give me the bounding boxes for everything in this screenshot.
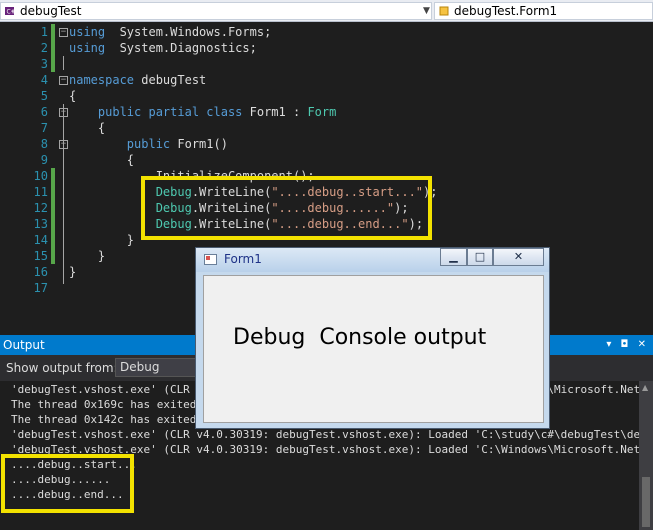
line-number: 9 — [40, 153, 48, 167]
line-number: 7 — [40, 121, 48, 135]
code-line[interactable]: 7 { — [0, 120, 653, 136]
code-text: } — [69, 264, 76, 280]
code-text: { — [69, 88, 76, 104]
code-token: debugTest — [134, 73, 207, 87]
class-icon — [439, 6, 449, 16]
code-text: } — [69, 248, 105, 264]
scrollbar-thumb[interactable] — [642, 477, 650, 527]
navigation-bar: C# debugTest ▼ debugTest.Form1 — [0, 0, 653, 22]
change-marker — [51, 200, 55, 216]
code-token: { — [69, 89, 77, 103]
minimize-button[interactable]: ▁ — [440, 248, 467, 266]
code-line[interactable]: 5{ — [0, 88, 653, 104]
change-marker — [51, 24, 55, 40]
form1-title-bar[interactable]: Form1 ▁ □ ✕ — [196, 248, 549, 272]
code-line[interactable]: 1 − using System.Windows.Forms; — [0, 24, 653, 40]
code-token: { — [69, 153, 135, 167]
line-number: 1 — [40, 25, 48, 39]
code-token: using — [69, 25, 106, 39]
change-marker — [51, 168, 55, 184]
line-number: 8 — [40, 137, 48, 151]
form1-window-controls: ▁ □ ✕ — [440, 248, 544, 266]
form1-client-area: Debug Console output — [203, 275, 544, 423]
class-dropdown-label: debugTest.Form1 — [454, 4, 558, 18]
code-token: System.Diagnostics; — [105, 41, 257, 55]
csharp-project-icon: C# — [5, 7, 16, 16]
line-number: 17 — [33, 281, 48, 295]
line-number: 16 — [33, 265, 48, 279]
code-highlight-box — [141, 176, 432, 240]
maximize-button[interactable]: □ — [467, 248, 493, 266]
collapse-icon[interactable]: − — [59, 28, 68, 37]
code-text: } — [69, 232, 134, 248]
collapse-icon[interactable]: − — [59, 108, 68, 117]
line-number: 4 — [40, 73, 48, 87]
project-dropdown[interactable]: C# debugTest — [0, 2, 432, 20]
code-token: namespace — [69, 73, 135, 87]
code-token: Form1 : — [242, 105, 308, 119]
line-number: 15 — [33, 249, 48, 263]
change-marker — [51, 40, 55, 56]
code-line[interactable]: 4 − namespace debugTest — [0, 72, 653, 88]
code-line[interactable]: 3 — [0, 56, 653, 72]
code-text: { — [69, 152, 134, 168]
change-marker — [51, 56, 55, 72]
change-marker — [51, 216, 55, 232]
code-line[interactable]: 9 { — [0, 152, 653, 168]
form1-title: Form1 — [224, 252, 262, 266]
code-token: { — [69, 121, 106, 135]
code-line[interactable]: 8 − public Form1() — [0, 136, 653, 152]
code-line[interactable]: 2 using System.Diagnostics; — [0, 40, 653, 56]
code-token: public — [126, 137, 171, 151]
line-number: 3 — [40, 57, 48, 71]
form1-label: Debug Console output — [233, 325, 487, 350]
project-dropdown-label: debugTest — [20, 4, 82, 18]
code-text: public partial class Form1 : Form — [69, 104, 336, 120]
line-number: 12 — [33, 201, 48, 215]
code-token: Form — [307, 105, 337, 119]
change-marker — [51, 184, 55, 200]
class-dropdown[interactable]: ▼ debugTest.Form1 — [423, 2, 653, 20]
line-number: 13 — [33, 217, 48, 231]
code-token: System.Windows.Forms; — [105, 25, 272, 39]
change-marker — [51, 232, 55, 248]
code-token: using — [69, 41, 106, 55]
code-token: } — [69, 265, 77, 279]
line-number: 10 — [33, 169, 48, 183]
code-text: { — [69, 120, 105, 136]
line-number: 6 — [40, 105, 48, 119]
output-scrollbar[interactable]: ▲ — [639, 381, 653, 530]
line-number: 14 — [33, 233, 48, 247]
change-marker — [51, 248, 55, 264]
code-text: namespace debugTest — [69, 72, 206, 88]
code-token: Form1() — [170, 137, 228, 151]
form1-window: Form1 ▁ □ ✕ Debug Console output — [195, 247, 550, 429]
code-text: using System.Windows.Forms; — [69, 24, 271, 40]
output-line: 'debugTest.vshost.exe' (CLR v4.0.30319: … — [11, 428, 639, 441]
output-highlight-box — [1, 454, 134, 513]
collapse-icon[interactable]: − — [59, 76, 68, 85]
collapse-icon[interactable]: − — [59, 140, 68, 149]
svg-text:C#: C# — [7, 9, 16, 16]
code-token: } — [69, 233, 135, 247]
code-token: } — [69, 249, 106, 263]
close-button[interactable]: ✕ — [493, 248, 544, 266]
scroll-up-icon[interactable]: ▲ — [642, 383, 648, 392]
code-text: public Form1() — [69, 136, 228, 152]
line-number: 11 — [33, 185, 48, 199]
code-line[interactable]: 6 − public partial class Form1 : Form — [0, 104, 653, 120]
form-icon — [204, 254, 217, 265]
code-text: using System.Diagnostics; — [69, 40, 257, 56]
line-number: 2 — [40, 41, 48, 55]
chevron-down-icon[interactable]: ▼ — [423, 3, 430, 19]
code-token: public partial class — [97, 105, 243, 119]
line-number: 5 — [40, 89, 48, 103]
